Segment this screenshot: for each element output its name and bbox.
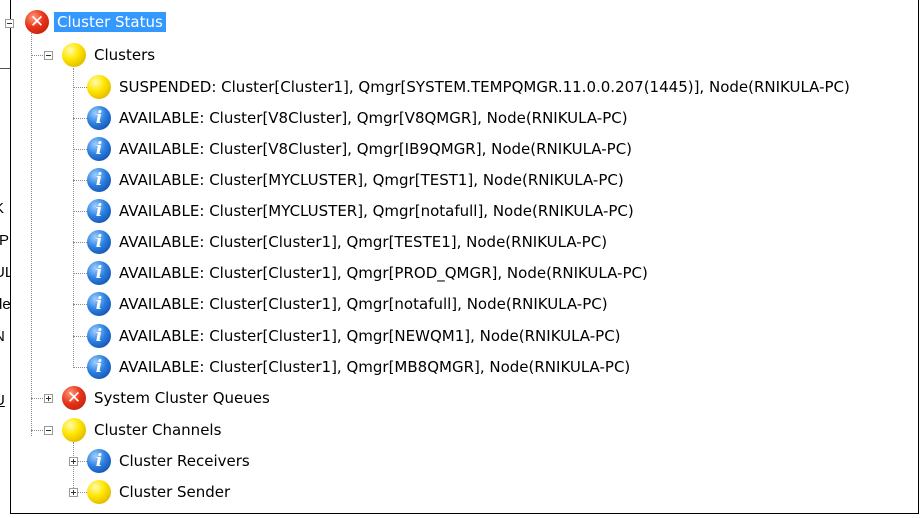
tree-connector	[31, 398, 45, 399]
tree-node-label: AVAILABLE: Cluster[V8Cluster], Qmgr[V8QM…	[119, 109, 628, 127]
info-icon: i	[87, 355, 111, 379]
tree-node-label: Cluster Status	[54, 12, 166, 32]
info-icon: i	[87, 292, 111, 316]
cluster-status-tree[interactable]: ✕ Cluster Status Clusters SUSPENDED: Clu…	[5, 0, 919, 514]
tree-connector	[73, 442, 74, 492]
tree-connector	[31, 55, 45, 56]
info-icon: i	[87, 168, 111, 192]
tree-node-cluster-entry[interactable]: SUSPENDED: Cluster[Cluster1], Qmgr[SYSTE…	[87, 72, 853, 102]
tree-node-label: AVAILABLE: Cluster[MYCLUSTER], Qmgr[TEST…	[119, 171, 624, 189]
tree-node-label: AVAILABLE: Cluster[Cluster1], Qmgr[notaf…	[119, 295, 608, 313]
collapse-toggle-clusters[interactable]	[44, 51, 53, 60]
warning-icon	[87, 75, 111, 99]
tree-connector	[73, 336, 87, 337]
tree-node-label: AVAILABLE: Cluster[Cluster1], Qmgr[PROD_…	[119, 264, 648, 282]
tree-node-cluster-entry[interactable]: i AVAILABLE: Cluster[Cluster1], Qmgr[NEW…	[87, 321, 624, 351]
expand-toggle-cluster-receivers[interactable]	[69, 457, 78, 466]
tree-connector	[31, 20, 32, 436]
tree-node-cluster-entry[interactable]: i AVAILABLE: Cluster[MYCLUSTER], Qmgr[TE…	[87, 165, 627, 195]
tree-node-label: SUSPENDED: Cluster[Cluster1], Qmgr[SYSTE…	[119, 78, 850, 96]
error-icon: ✕	[62, 386, 86, 410]
expand-toggle-cluster-sender[interactable]	[69, 488, 78, 497]
warning-icon	[62, 418, 86, 442]
tree-node-cluster-entry[interactable]: i AVAILABLE: Cluster[MYCLUSTER], Qmgr[no…	[87, 196, 637, 226]
tree-connector	[73, 68, 74, 368]
tree-node-label: Cluster Channels	[94, 421, 222, 439]
tree-connector	[73, 304, 87, 305]
tree-node-cluster-sender[interactable]: Cluster Sender	[87, 477, 233, 507]
tree-node-cluster-entry[interactable]: i AVAILABLE: Cluster[V8Cluster], Qmgr[IB…	[87, 134, 635, 164]
tree-connector	[73, 273, 87, 274]
tree-node-label: AVAILABLE: Cluster[Cluster1], Qmgr[TESTE…	[119, 233, 608, 251]
tree-connector	[73, 242, 87, 243]
tree-node-label: AVAILABLE: Cluster[Cluster1], Qmgr[MB8QM…	[119, 358, 631, 376]
tree-node-label: Cluster Receivers	[119, 452, 250, 470]
tree-node-cluster-entry[interactable]: i AVAILABLE: Cluster[V8Cluster], Qmgr[V8…	[87, 103, 631, 133]
tree-node-system-cluster-queues[interactable]: ✕ System Cluster Queues	[62, 383, 273, 413]
info-icon: i	[87, 137, 111, 161]
tree-node-label: Cluster Sender	[119, 483, 231, 501]
info-icon: i	[87, 449, 111, 473]
collapse-toggle-cluster-status[interactable]	[5, 19, 14, 28]
tree-node-cluster-entry[interactable]: i AVAILABLE: Cluster[Cluster1], Qmgr[TES…	[87, 227, 610, 257]
tree-connector	[73, 211, 87, 212]
info-icon: i	[87, 324, 111, 348]
tree-node-cluster-entry[interactable]: i AVAILABLE: Cluster[Cluster1], Qmgr[MB8…	[87, 352, 633, 382]
warning-icon	[62, 43, 86, 67]
info-icon: i	[87, 230, 111, 254]
info-icon: i	[87, 199, 111, 223]
tree-node-label: AVAILABLE: Cluster[Cluster1], Qmgr[NEWQM…	[119, 327, 621, 345]
tree-connector	[73, 149, 87, 150]
tree-connector	[31, 430, 45, 431]
expand-toggle-system-cluster-queues[interactable]	[44, 394, 53, 403]
tree-node-cluster-receivers[interactable]: i Cluster Receivers	[87, 446, 253, 476]
info-icon: i	[87, 261, 111, 285]
tree-node-label: AVAILABLE: Cluster[V8Cluster], Qmgr[IB9Q…	[119, 140, 633, 158]
tree-node-label: System Cluster Queues	[94, 389, 270, 407]
tree-node-clusters[interactable]: Clusters	[62, 40, 158, 70]
info-icon: i	[87, 106, 111, 130]
tree-node-cluster-entry[interactable]: i AVAILABLE: Cluster[Cluster1], Qmgr[PRO…	[87, 258, 651, 288]
tree-node-label: Clusters	[94, 46, 156, 64]
tree-connector	[73, 118, 87, 119]
error-icon: ✕	[25, 10, 49, 34]
tree-node-cluster-channels[interactable]: Cluster Channels	[62, 415, 224, 445]
tree-node-cluster-status[interactable]: ✕ Cluster Status	[25, 7, 166, 37]
tree-connector	[73, 87, 87, 88]
tree-node-cluster-entry[interactable]: i AVAILABLE: Cluster[Cluster1], Qmgr[not…	[87, 289, 611, 319]
tree-node-label: AVAILABLE: Cluster[MYCLUSTER], Qmgr[nota…	[119, 202, 634, 220]
warning-icon	[87, 480, 111, 504]
collapse-toggle-cluster-channels[interactable]	[44, 426, 53, 435]
tree-connector	[73, 180, 87, 181]
tree-connector	[73, 367, 87, 368]
